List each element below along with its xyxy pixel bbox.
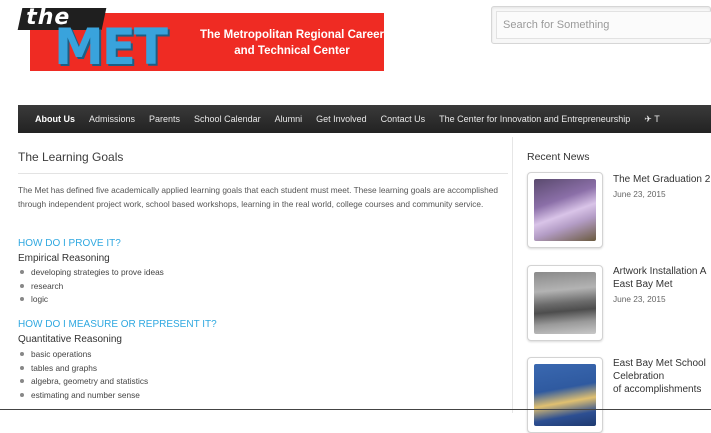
bullet-icon bbox=[20, 283, 24, 288]
list-item-label: developing strategies to prove ideas bbox=[31, 267, 164, 277]
news-title-2b[interactable]: East Bay Met bbox=[613, 278, 672, 291]
nav-item-alumni[interactable]: Alumni bbox=[268, 105, 310, 133]
recent-news-title: Recent News bbox=[527, 151, 590, 163]
news-thumbnail-celebration[interactable] bbox=[527, 357, 603, 433]
section-heading-prove: HOW DO I PROVE IT? bbox=[18, 238, 121, 249]
section-subheading-quantitative: Quantitative Reasoning bbox=[18, 334, 122, 345]
nav-item-center-innovation[interactable]: The Center for Innovation and Entreprene… bbox=[432, 105, 637, 133]
bullet-icon bbox=[20, 379, 24, 384]
logo-met: MET bbox=[54, 18, 168, 76]
news-title-3a[interactable]: East Bay Met School bbox=[613, 357, 706, 370]
list-item-label: basic operations bbox=[31, 349, 92, 359]
bullet-icon bbox=[20, 270, 24, 275]
section-heading-measure: HOW DO I MEASURE OR REPRESENT IT? bbox=[18, 319, 217, 330]
news-title-1[interactable]: The Met Graduation 2 bbox=[613, 173, 710, 186]
nav-item-admissions[interactable]: Admissions bbox=[82, 105, 142, 133]
nav-item-contact-us[interactable]: Contact Us bbox=[374, 105, 433, 133]
news-title-3b[interactable]: Celebration bbox=[613, 370, 664, 383]
list-item: basic operations bbox=[18, 348, 148, 362]
news-date-2: June 23, 2015 bbox=[613, 294, 666, 304]
main-nav: About Us Admissions Parents School Calen… bbox=[18, 105, 711, 133]
sidebar-divider bbox=[512, 137, 513, 413]
bullet-list-quantitative: basic operations tables and graphs algeb… bbox=[18, 348, 148, 402]
logo-tagline: The Metropolitan Regional Career and Tec… bbox=[198, 27, 386, 59]
bottom-rule bbox=[0, 409, 711, 410]
news-title-2a[interactable]: Artwork Installation A bbox=[613, 265, 706, 278]
news-image-celebration bbox=[534, 364, 596, 426]
list-item-label: tables and graphs bbox=[31, 362, 97, 373]
bullet-icon bbox=[20, 297, 24, 302]
list-item-label: logic bbox=[31, 294, 49, 304]
nav-item-school-calendar[interactable]: School Calendar bbox=[187, 105, 268, 133]
nav-item-get-involved[interactable]: Get Involved bbox=[309, 105, 374, 133]
news-thumbnail-artwork[interactable] bbox=[527, 265, 603, 341]
list-item: logic bbox=[18, 293, 164, 307]
nav-item-trailing-label: T bbox=[654, 114, 660, 124]
list-item-label: estimating and number sense bbox=[31, 389, 140, 400]
title-divider bbox=[18, 173, 508, 174]
news-title-3c[interactable]: of accomplishments bbox=[613, 383, 701, 396]
bullet-icon bbox=[20, 365, 24, 370]
list-item-label: research bbox=[31, 280, 64, 291]
list-item: research bbox=[18, 280, 164, 294]
search-input[interactable] bbox=[497, 12, 711, 38]
list-item: tables and graphs bbox=[18, 362, 148, 376]
nav-item-trailing[interactable]: ✈ T bbox=[637, 105, 666, 133]
nav-item-about-us[interactable]: About Us bbox=[28, 105, 82, 133]
search-field-frame bbox=[496, 11, 711, 39]
list-item: estimating and number sense bbox=[18, 389, 148, 403]
news-date-1: June 23, 2015 bbox=[613, 189, 666, 199]
page-title: The Learning Goals bbox=[18, 150, 124, 164]
logo-tagline-line2: and Technical Center bbox=[234, 45, 350, 57]
search-box bbox=[491, 6, 711, 44]
pin-icon: ✈ bbox=[644, 114, 652, 124]
news-thumbnail-graduation[interactable] bbox=[527, 172, 603, 248]
list-item: developing strategies to prove ideas bbox=[18, 266, 164, 280]
news-image-artwork bbox=[534, 272, 596, 334]
news-image-graduation bbox=[534, 179, 596, 241]
section-subheading-empirical: Empirical Reasoning bbox=[18, 253, 110, 264]
list-item-label: algebra, geometry and statistics bbox=[31, 376, 149, 386]
logo-tagline-line1: The Metropolitan Regional Career bbox=[199, 29, 385, 41]
bullet-icon bbox=[20, 352, 24, 357]
site-logo[interactable]: the MET The Metropolitan Regional Career… bbox=[17, 5, 386, 76]
bullet-icon bbox=[20, 392, 24, 397]
list-item: algebra, geometry and statistics bbox=[18, 375, 148, 389]
intro-paragraph: The Met has defined five academically ap… bbox=[18, 185, 498, 209]
bullet-list-empirical: developing strategies to prove ideas res… bbox=[18, 266, 164, 307]
nav-item-parents[interactable]: Parents bbox=[142, 105, 187, 133]
